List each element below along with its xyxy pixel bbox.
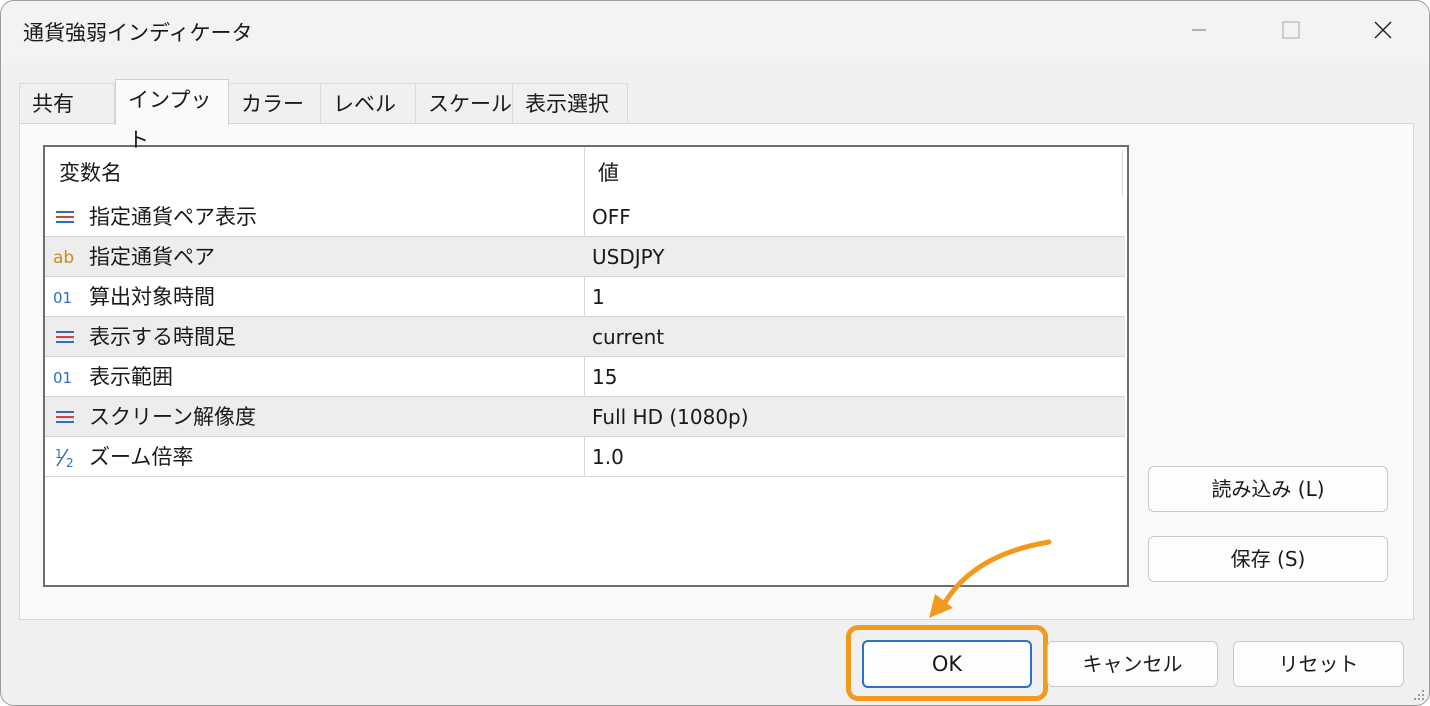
cancel-button[interactable]: キャンセル <box>1047 641 1218 687</box>
svg-text:01: 01 <box>53 369 72 387</box>
close-icon <box>1373 20 1393 44</box>
header-variable-name[interactable]: 変数名 <box>59 147 122 199</box>
dialog-window: 通貨強弱インディケータ 共有 インプット カラー レベル スケール 表示選択 変… <box>0 0 1430 706</box>
param-name: ズーム倍率 <box>89 445 194 469</box>
param-name: スクリーン解像度 <box>89 405 256 429</box>
window-title: 通貨強弱インディケータ <box>23 21 253 45</box>
param-value[interactable]: OFF <box>592 197 631 237</box>
param-value[interactable]: 1.0 <box>592 437 624 477</box>
param-value[interactable]: current <box>592 317 664 357</box>
save-button[interactable]: 保存 (S) <box>1148 536 1388 582</box>
table-row[interactable]: 01 算出対象時間 1 <box>45 277 1125 317</box>
table-row[interactable]: 表示する時間足 current <box>45 317 1125 357</box>
resize-grip-icon[interactable] <box>1409 685 1427 703</box>
param-value[interactable]: 15 <box>592 357 617 397</box>
parameters-table[interactable]: 変数名 値 指定通貨ペア表示 OFF ab 指定通貨ペア USDJPY 01 算… <box>43 145 1129 587</box>
tab-shared[interactable]: 共有 <box>19 83 115 123</box>
svg-text:ab: ab <box>53 248 74 268</box>
fraction-icon: 1 2 <box>53 445 79 470</box>
list-icon <box>53 325 79 349</box>
header-value[interactable]: 値 <box>598 147 619 199</box>
param-value[interactable]: USDJPY <box>592 237 664 277</box>
svg-text:2: 2 <box>66 456 74 469</box>
ok-button[interactable]: OK <box>862 640 1032 688</box>
tab-colors[interactable]: カラー <box>228 83 321 123</box>
integer-icon: 01 <box>53 285 79 309</box>
minimize-icon <box>1190 21 1208 43</box>
param-name: 算出対象時間 <box>89 285 215 309</box>
load-button[interactable]: 読み込み (L) <box>1148 466 1388 512</box>
param-value[interactable]: 1 <box>592 277 605 317</box>
table-row[interactable]: 1 2 ズーム倍率 1.0 <box>45 437 1125 477</box>
table-row[interactable]: 01 表示範囲 15 <box>45 357 1125 397</box>
annotation-arrow-icon <box>929 539 1052 618</box>
tab-levels[interactable]: レベル <box>320 83 416 123</box>
string-icon: ab <box>53 245 79 269</box>
minimize-button[interactable] <box>1153 1 1245 63</box>
list-icon <box>53 405 79 429</box>
table-row[interactable]: スクリーン解像度 Full HD (1080p) <box>45 397 1125 437</box>
reset-button[interactable]: リセット <box>1233 641 1404 687</box>
close-button[interactable] <box>1337 1 1429 63</box>
header-divider <box>1122 151 1123 195</box>
param-name: 表示範囲 <box>89 365 173 389</box>
param-value[interactable]: Full HD (1080p) <box>592 397 749 437</box>
param-name: 指定通貨ペア表示 <box>89 205 257 229</box>
integer-icon: 01 <box>53 365 79 389</box>
tab-visualization[interactable]: 表示選択 <box>512 83 628 123</box>
tab-inputs[interactable]: インプット <box>115 79 229 152</box>
maximize-button[interactable] <box>1245 1 1337 63</box>
table-row[interactable]: 指定通貨ペア表示 OFF <box>45 197 1125 237</box>
tab-scale[interactable]: スケール <box>415 83 513 123</box>
svg-text:01: 01 <box>53 289 72 307</box>
param-name: 表示する時間足 <box>89 325 236 349</box>
param-name: 指定通貨ペア <box>89 245 215 269</box>
list-icon <box>53 205 79 229</box>
table-row[interactable]: ab 指定通貨ペア USDJPY <box>45 237 1125 277</box>
title-bar[interactable]: 通貨強弱インディケータ <box>1 1 1429 63</box>
maximize-icon <box>1281 20 1301 44</box>
